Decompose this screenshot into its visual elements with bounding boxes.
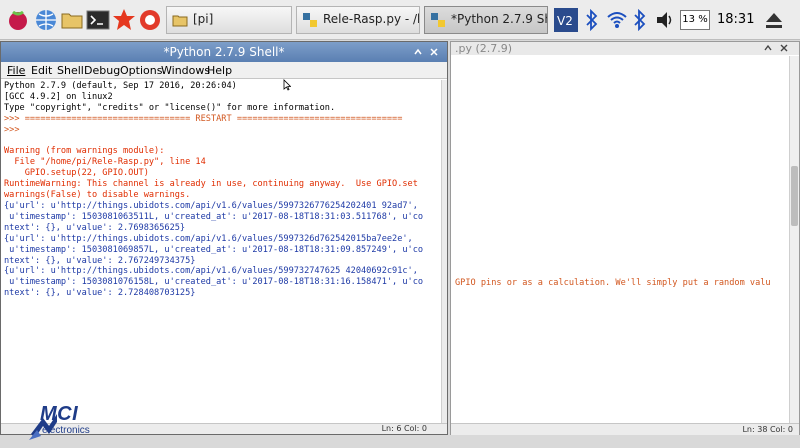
shell-line: [GCC 4.9.2] on linux2 [4, 91, 113, 102]
volume-icon[interactable] [655, 9, 675, 31]
wolfram-icon[interactable] [112, 8, 136, 32]
shell-line: warnings(False) to disable warnings. [4, 190, 191, 201]
maximize-icon[interactable] [413, 47, 423, 57]
shell-line: u'timestamp': 1503081076158L, u'created_… [4, 277, 424, 288]
window-title: *Python 2.7.9 Shell* [1, 42, 447, 62]
menu-help[interactable]: Help [207, 64, 232, 77]
logo-name: MCI [40, 403, 79, 425]
editor-scrollbar[interactable] [789, 56, 799, 424]
editor-maximize-icon[interactable] [763, 43, 773, 53]
web-browser-icon[interactable] [34, 8, 58, 32]
logo-subtitle: electronics [42, 425, 90, 436]
shell-line: Python 2.7.9 (default, Sep 17 2016, 20:2… [4, 81, 237, 91]
shell-scrollbar[interactable] [441, 80, 447, 423]
shell-line: u'timestamp': 1503081063511L, u'created_… [4, 211, 424, 222]
shell-line: {u'url': u'http://things.ubidots.com/api… [4, 266, 418, 277]
terminal-icon[interactable] [86, 8, 110, 32]
menu-shell[interactable]: Shell [57, 64, 84, 77]
clock: 18:31 [717, 12, 755, 27]
shell-line: {u'url': u'http://things.ubidots.com/api… [4, 200, 418, 211]
shell-line: GPIO.setup(22, GPIO.OUT) [4, 168, 149, 179]
raspberry-menu-icon[interactable] [6, 8, 30, 32]
shell-line: >>> ================================ RES… [4, 113, 403, 124]
taskbar: [pi] Rele-Rasp.py - /ho... *Python 2.7.9… [0, 0, 800, 40]
bluetooth-icon[interactable] [584, 9, 600, 31]
shell-line: ntext': {}, u'value': 2.728408703125} [4, 288, 196, 299]
menu-windows[interactable]: Windows [161, 64, 210, 77]
wifi-icon[interactable] [606, 9, 628, 31]
menu-bar: File Edit Shell Debug Options Windows He… [1, 62, 447, 79]
file-manager-icon[interactable] [60, 8, 84, 32]
shell-line: ntext': {}, u'value': 2.767249734375} [4, 255, 196, 266]
task-python-shell[interactable]: *Python 2.7.9 Shell* [424, 6, 548, 34]
shell-line: u'timestamp': 1503081069857L, u'created_… [4, 244, 424, 255]
bluetooth-2-icon[interactable] [632, 9, 650, 31]
menu-file[interactable]: File [7, 64, 25, 77]
task-label: Rele-Rasp.py - /ho... [323, 12, 419, 26]
task-rele-rasp[interactable]: Rele-Rasp.py - /ho... [296, 6, 420, 34]
eject-icon[interactable] [764, 11, 784, 31]
task-label: *Python 2.7.9 Shell* [451, 12, 547, 26]
vnc-icon[interactable]: V2 [554, 8, 578, 32]
editor-close-icon[interactable] [779, 43, 789, 53]
editor-scroll-thumb[interactable] [791, 166, 798, 226]
shell-line: Warning (from warnings module): [4, 146, 165, 157]
shell-output-area[interactable]: Python 2.7.9 (default, Sep 17 2016, 20:2… [4, 81, 440, 423]
python-shell-icon [431, 13, 445, 27]
menu-debug[interactable]: Debug [84, 64, 120, 77]
shell-line: {u'url': u'http://things.ubidots.com/api… [4, 233, 413, 244]
shell-line: Type "copyright", "credits" or "license(… [4, 102, 336, 113]
folder-icon [172, 15, 188, 27]
menu-options[interactable]: Options [120, 64, 162, 77]
editor-title: .py (2.7.9) [451, 42, 799, 55]
close-icon[interactable] [429, 47, 439, 57]
shell-line: RuntimeWarning: This channel is already … [4, 179, 418, 190]
svg-text:V2: V2 [557, 14, 573, 28]
python-shell-window: *Python 2.7.9 Shell* File Edit Shell Deb… [0, 41, 448, 435]
mathematica-icon[interactable] [138, 8, 162, 32]
editor-window: .py (2.7.9) GPIO pins or as a calculatio… [450, 41, 800, 435]
python-file-icon [303, 13, 317, 27]
editor-status-bar: Ln: 38 Col: 0 [451, 423, 799, 435]
desktop: [pi] Rele-Rasp.py - /ho... *Python 2.7.9… [0, 0, 800, 448]
task-label: [pi] [193, 12, 214, 26]
shell-line: >>> [4, 124, 20, 135]
shell-line: ntext': {}, u'value': 2.7698365625} [4, 222, 186, 233]
cpu-monitor: 13 % [680, 10, 710, 30]
task-file-manager[interactable]: [pi] [166, 6, 292, 34]
shell-line: File "/home/pi/Rele-Rasp.py", line 14 [4, 157, 206, 168]
editor-code-line[interactable]: GPIO pins or as a calculation. We'll sim… [455, 278, 771, 288]
menu-edit[interactable]: Edit [31, 64, 52, 77]
cursor-position: Ln: 6 Col: 0 [381, 424, 427, 433]
editor-cursor-position: Ln: 38 Col: 0 [742, 425, 793, 434]
mouse-cursor-icon [283, 79, 291, 91]
